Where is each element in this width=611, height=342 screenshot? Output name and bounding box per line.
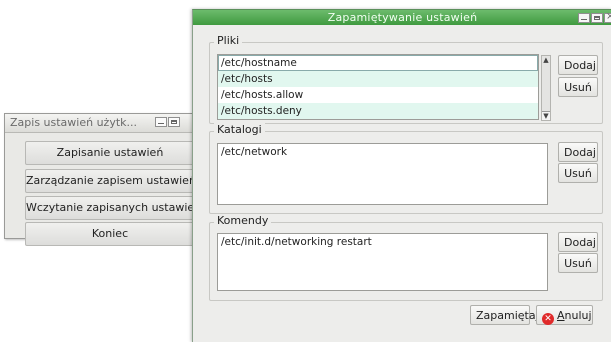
directories-group-label: Katalogi — [214, 123, 265, 136]
files-remove-button[interactable]: Usuń — [558, 77, 598, 97]
background-window-title: Zapis ustawień użytk... — [10, 116, 138, 129]
dialog-window-controls — [578, 11, 611, 23]
commands-remove-button[interactable]: Usuń — [558, 253, 598, 273]
manage-settings-button[interactable]: Zarządzanie zapisem ustawień — [25, 169, 195, 193]
cancel-button[interactable]: ✕ Anuluj — [536, 305, 593, 325]
cancel-mnemonic: A — [557, 309, 565, 322]
minimize-icon[interactable] — [155, 117, 167, 127]
commands-add-button[interactable]: Dodaj — [558, 232, 598, 252]
close-icon[interactable] — [604, 11, 611, 23]
background-window: Zapis ustawień użytk... Zapisanie ustawi… — [4, 113, 206, 246]
list-item[interactable]: /etc/hosts.deny — [218, 103, 538, 119]
maximize-icon[interactable] — [168, 117, 180, 127]
background-window-controls — [155, 117, 180, 127]
commands-list[interactable]: /etc/init.d/networking restart — [217, 233, 548, 291]
files-group: Pliki /etc/hostname /etc/hosts /etc/host… — [209, 34, 603, 124]
dialog-titlebar[interactable]: Zapamiętywanie ustawień — [193, 10, 611, 25]
list-item[interactable]: /etc/hosts — [218, 71, 538, 87]
directories-remove-button[interactable]: Usuń — [558, 163, 598, 183]
end-button[interactable]: Koniec — [25, 222, 195, 246]
save-button[interactable]: Zapamiętaj — [470, 305, 539, 325]
commands-group: Komendy /etc/init.d/networking restart D… — [209, 214, 603, 301]
files-group-label: Pliki — [214, 34, 243, 47]
list-item[interactable]: /etc/hostname — [218, 55, 538, 71]
settings-dialog: Zapamiętywanie ustawień Pliki /etc/hostn… — [192, 9, 611, 342]
cancel-icon: ✕ — [542, 313, 554, 325]
files-scrollbar[interactable]: ▲ ▼ — [541, 55, 551, 121]
directories-group: Katalogi /etc/network Dodaj Usuń — [209, 123, 603, 214]
commands-group-label: Komendy — [214, 214, 272, 227]
save-settings-button[interactable]: Zapisanie ustawień — [25, 141, 195, 165]
minimize-icon[interactable] — [578, 13, 590, 23]
list-item[interactable]: /etc/hosts.allow — [218, 87, 538, 103]
files-list[interactable]: /etc/hostname /etc/hosts /etc/hosts.allo… — [217, 54, 539, 120]
maximize-icon[interactable] — [591, 13, 603, 23]
cancel-label: nuluj — [564, 309, 592, 322]
load-settings-button[interactable]: Wczytanie zapisanych ustawień — [25, 196, 195, 220]
background-window-titlebar[interactable]: Zapis ustawień użytk... — [5, 114, 205, 133]
scroll-up-icon[interactable]: ▲ — [542, 56, 550, 64]
list-item[interactable]: /etc/init.d/networking restart — [218, 234, 547, 250]
list-item[interactable]: /etc/network — [218, 144, 547, 160]
dialog-title: Zapamiętywanie ustawień — [327, 11, 478, 24]
files-add-button[interactable]: Dodaj — [558, 55, 598, 75]
directories-list[interactable]: /etc/network — [217, 143, 548, 205]
scroll-down-icon[interactable]: ▼ — [542, 111, 550, 120]
directories-add-button[interactable]: Dodaj — [558, 142, 598, 162]
